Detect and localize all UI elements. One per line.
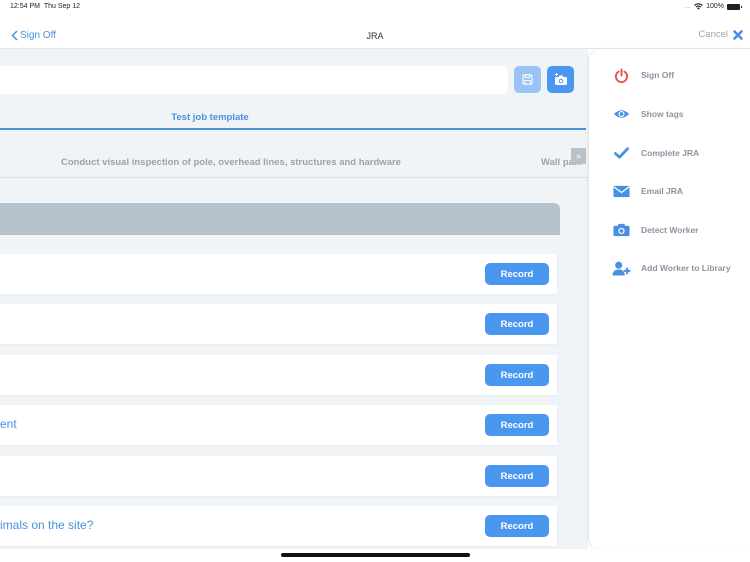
check-icon (611, 143, 631, 163)
tab-test-job-template[interactable]: Test job template (0, 112, 420, 123)
cancel-label: Cancel (698, 29, 728, 40)
menu-label: Add Worker to Library (641, 263, 731, 273)
battery-icon (727, 3, 742, 10)
record-button[interactable]: Record (485, 414, 549, 436)
list-item: Record (0, 254, 557, 294)
list-item: Record (0, 304, 557, 344)
add-camera-icon (554, 73, 567, 85)
menu-label: Complete JRA (641, 148, 700, 158)
status-time: 12:54 PM Thu Sep 12 (10, 3, 81, 10)
close-icon (733, 29, 743, 40)
menu-item-detect-worker[interactable]: Detect Worker (589, 218, 750, 242)
record-button[interactable]: Record (485, 515, 549, 537)
cancel-button[interactable]: Cancel (698, 29, 743, 40)
signal-dots: .... (683, 3, 692, 10)
record-button[interactable]: Record (485, 465, 549, 487)
list-item-text: ent (0, 417, 17, 431)
tab-underline (0, 128, 586, 130)
step-tab[interactable]: Conduct visual inspection of pole, overh… (61, 157, 401, 168)
record-button[interactable]: Record (485, 364, 549, 386)
expand-button[interactable]: » (571, 148, 586, 164)
record-button[interactable]: Record (485, 263, 549, 285)
add-photo-button[interactable] (547, 66, 574, 93)
save-icon (522, 74, 533, 85)
menu-label: Show tags (641, 109, 684, 119)
menu-item-sign-off[interactable]: Sign Off (589, 63, 750, 87)
eye-icon (611, 104, 631, 124)
step-tabs: Conduct visual inspection of pole, overh… (0, 131, 588, 178)
power-icon (611, 65, 631, 85)
wifi-icon (694, 3, 703, 10)
navigation-bar: Sign Off JRA Cancel (0, 24, 750, 49)
status-indicators: .... 100% (683, 3, 742, 10)
menu-label: Detect Worker (641, 225, 699, 235)
camera-icon (611, 220, 631, 240)
list-item: Record (0, 456, 557, 496)
list-item-text: imals on the site? (0, 518, 94, 532)
add-user-icon (611, 258, 631, 278)
home-indicator[interactable] (281, 553, 470, 557)
side-menu: Sign Off Show tags Complete JRA Email JR… (588, 49, 750, 549)
menu-label: Sign Off (641, 70, 675, 80)
battery-percent: 100% (706, 3, 724, 10)
main-content: Test job template Conduct visual inspect… (0, 49, 588, 549)
menu-item-show-tags[interactable]: Show tags (589, 102, 750, 126)
envelope-icon (611, 181, 631, 201)
save-button[interactable] (514, 66, 541, 93)
status-bar: 12:54 PM Thu Sep 12 .... 100% (0, 0, 750, 16)
text-input[interactable] (0, 66, 508, 94)
menu-item-complete-jra[interactable]: Complete JRA (589, 141, 750, 165)
record-button[interactable]: Record (485, 313, 549, 335)
menu-item-add-worker[interactable]: Add Worker to Library (589, 256, 750, 280)
list-item: imals on the site? Record (0, 506, 557, 546)
list-item: ent Record (0, 405, 557, 445)
page-title: JRA (366, 31, 384, 41)
section-header (0, 203, 560, 235)
menu-label: Email JRA (641, 186, 684, 196)
list-item: Record (0, 355, 557, 395)
menu-item-email-jra[interactable]: Email JRA (589, 179, 750, 203)
